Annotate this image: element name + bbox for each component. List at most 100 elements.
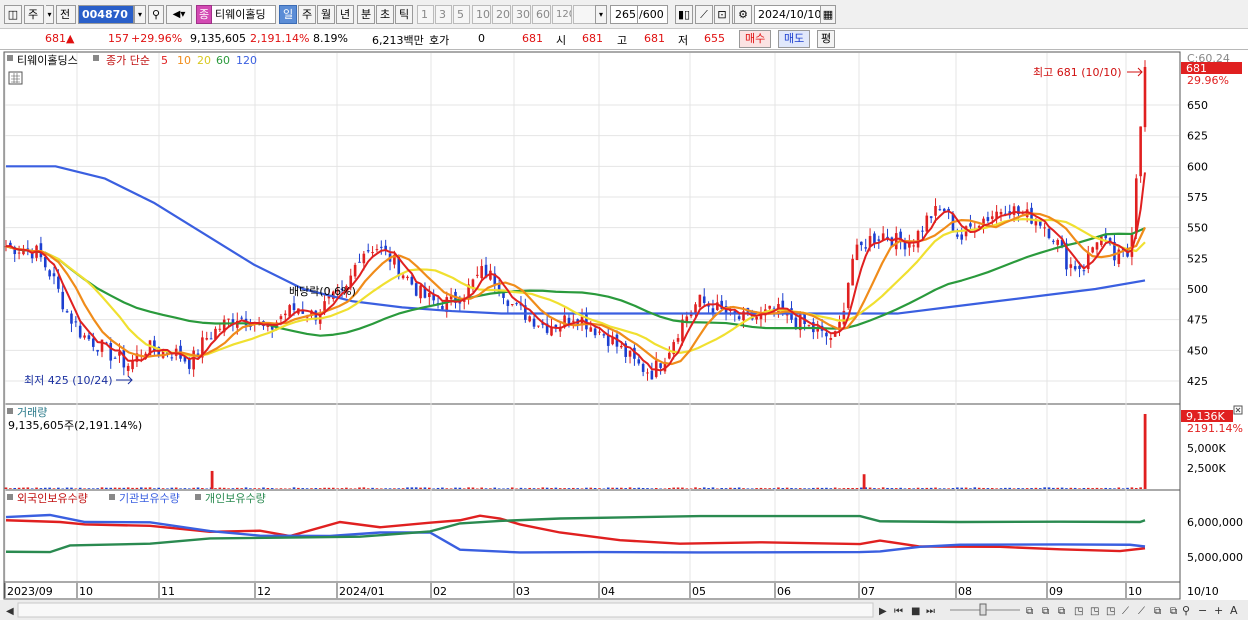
forward-icon[interactable]: ⏭ xyxy=(926,606,935,617)
tab-period-year[interactable]: 년 xyxy=(336,5,354,24)
ma120-label: 120 xyxy=(236,54,257,67)
interval-30[interactable]: 30 xyxy=(512,5,531,24)
interval-3[interactable]: 3 xyxy=(435,5,452,24)
mode-dropdown-icon[interactable]: ▾ xyxy=(46,5,54,24)
volume-title: 거래량 xyxy=(17,406,47,419)
interval-1[interactable]: 1 xyxy=(417,5,434,24)
volume-bar xyxy=(851,487,854,489)
scroll-left-icon[interactable]: ◀ xyxy=(6,606,14,617)
volume-bar xyxy=(292,487,296,489)
candle-body xyxy=(628,350,632,357)
volume-bar xyxy=(87,488,91,489)
bar-count-input[interactable]: 265 xyxy=(610,5,638,24)
stop-icon[interactable]: ■ xyxy=(911,606,920,617)
volume-bar xyxy=(641,488,645,489)
candle-body xyxy=(593,328,597,336)
interval-60[interactable]: 60 xyxy=(532,5,551,24)
calendar-icon[interactable]: ▦ xyxy=(820,5,836,24)
candle-body xyxy=(894,233,898,250)
x-axis-label: 06 xyxy=(777,585,791,598)
volume-spike xyxy=(1143,413,1147,489)
chart-area[interactable]: 티웨이홀딩스 종가 단순 5 10 20 60 120 C:60.24 681 … xyxy=(0,51,1248,621)
zoom-icon[interactable]: ⊡ xyxy=(714,5,730,24)
panel-marker-icon xyxy=(195,494,201,500)
line-tool-icon[interactable]: ⟋ xyxy=(695,5,713,24)
zoom-slider-handle[interactable] xyxy=(979,603,987,616)
interval-120[interactable]: 120 xyxy=(552,5,572,24)
horizontal-scrollbar[interactable] xyxy=(17,602,874,618)
volume-bar xyxy=(1113,488,1116,489)
volume-bar xyxy=(222,487,226,489)
volume-bar xyxy=(105,487,108,489)
settings-icon[interactable]: ⚙ xyxy=(734,5,752,24)
volume-bar xyxy=(698,488,702,489)
candle-body xyxy=(572,320,575,322)
candle-body xyxy=(956,234,959,237)
prev-button[interactable]: 전 xyxy=(56,5,76,24)
price-axis-tick: 600 xyxy=(1187,160,1208,173)
volume-bar xyxy=(764,488,767,489)
candle-body xyxy=(113,357,117,359)
chart-tool-icon-8[interactable]: ⟋ xyxy=(1138,606,1145,617)
rewind-icon[interactable]: ⏮ xyxy=(894,606,903,617)
sell-button[interactable]: 매도 xyxy=(778,30,811,48)
stock-code-input[interactable]: 004870 xyxy=(78,5,134,24)
tab-period-second[interactable]: 초 xyxy=(376,5,394,24)
volume-bar xyxy=(654,487,658,489)
search-icon[interactable]: ⚲ xyxy=(148,5,164,24)
trade-amount: 6,213백만 xyxy=(372,34,424,47)
chart-tool-icon[interactable]: ⧉ xyxy=(1026,606,1033,617)
volume-bar xyxy=(921,488,924,489)
candle-type-icon[interactable]: ▮▯ xyxy=(675,5,693,24)
avg-button[interactable]: 평 xyxy=(817,30,836,48)
panel-marker-icon xyxy=(109,494,115,500)
chart-tool-icon-2[interactable]: ⧉ xyxy=(1042,606,1049,617)
buy-button[interactable]: 매수 xyxy=(739,30,772,48)
volume-bar xyxy=(393,488,396,489)
volume-bar xyxy=(1017,488,1020,489)
volume-bar xyxy=(873,488,876,489)
chart-tool-icon-7[interactable]: ⟋ xyxy=(1122,606,1129,617)
volume-bar xyxy=(471,487,475,489)
interval-10[interactable]: 10 xyxy=(472,5,491,24)
volume-bar xyxy=(615,487,619,489)
window-menu-icon[interactable]: ◫ xyxy=(4,5,22,24)
candle-body xyxy=(227,318,230,320)
volume-bar xyxy=(912,488,916,489)
chart-tool-icon-6[interactable]: ◳ xyxy=(1106,606,1115,617)
tab-period-tick[interactable]: 틱 xyxy=(395,5,413,24)
volume-bar xyxy=(489,488,492,489)
font-size-icon[interactable]: A xyxy=(1230,604,1238,617)
x-axis-label: 08 xyxy=(958,585,972,598)
search-zoom-icon[interactable]: ⚲ xyxy=(1182,604,1190,617)
x-axis-end-label: 10/10 xyxy=(1187,585,1219,598)
volume-bar xyxy=(109,487,113,489)
date-input[interactable]: 2024/10/10 xyxy=(754,5,822,24)
volume-bar xyxy=(345,487,348,489)
tab-period-minute[interactable]: 분 xyxy=(357,5,375,24)
zoom-out-icon[interactable]: − xyxy=(1198,604,1207,617)
tab-period-week[interactable]: 주 xyxy=(298,5,316,24)
interval-dropdown-icon[interactable]: ▾ xyxy=(595,5,607,24)
chart-tool-icon-5[interactable]: ◳ xyxy=(1090,606,1099,617)
zoom-in-icon[interactable]: + xyxy=(1214,604,1223,617)
volume-tag-pct: 2191.14% xyxy=(1187,422,1243,435)
chart-tool-icon-9[interactable]: ⧉ xyxy=(1154,606,1161,617)
chart-tool-icon-10[interactable]: ⧉ xyxy=(1170,606,1177,617)
candle-body xyxy=(506,300,510,306)
chart-tool-icon-3[interactable]: ⧉ xyxy=(1058,606,1065,617)
tab-period-month[interactable]: 월 xyxy=(317,5,335,24)
chart-tool-icon-4[interactable]: ◳ xyxy=(1074,606,1083,617)
candle-body xyxy=(283,313,287,316)
speaker-icon[interactable]: ◀▾ xyxy=(166,5,192,24)
tab-period-day[interactable]: 일 xyxy=(279,5,297,24)
scroll-right-icon[interactable]: ▶ xyxy=(879,606,887,617)
volume-bar xyxy=(1134,487,1138,489)
code-dropdown-icon[interactable]: ▾ xyxy=(134,5,146,24)
mode-select[interactable]: 주 xyxy=(24,5,44,24)
interval-20[interactable]: 20 xyxy=(492,5,511,24)
volume-bar xyxy=(183,488,187,489)
candle-body xyxy=(218,328,222,330)
candle-body xyxy=(371,252,374,254)
interval-5[interactable]: 5 xyxy=(453,5,470,24)
